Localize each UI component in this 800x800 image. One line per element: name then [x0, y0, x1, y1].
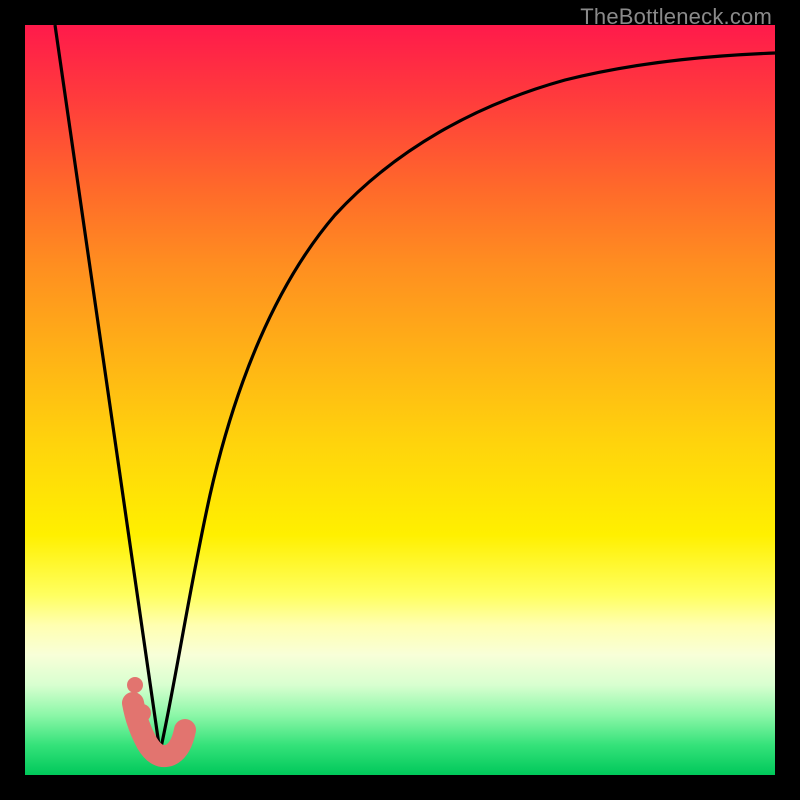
watermark-text: TheBottleneck.com: [580, 4, 772, 30]
recovery-curve: [160, 53, 775, 752]
plot-area: [25, 25, 775, 775]
valley-dot-upper: [127, 677, 143, 693]
chart-svg: [25, 25, 775, 775]
left-descent-line: [55, 25, 160, 752]
chart-frame: TheBottleneck.com: [0, 0, 800, 800]
valley-dot-lower: [133, 704, 151, 722]
